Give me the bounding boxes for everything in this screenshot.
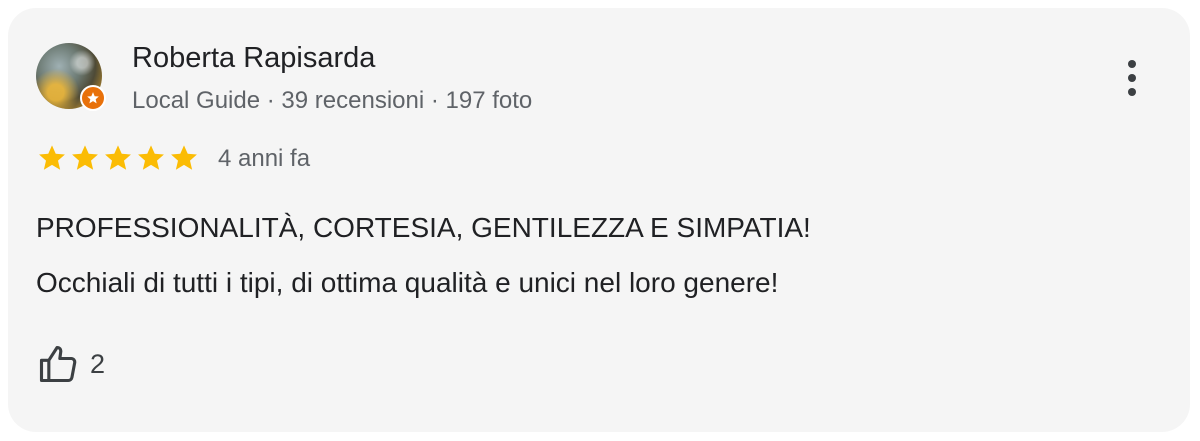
author-meta: Local Guide · 39 recensioni · 197 foto xyxy=(132,87,533,114)
star-icon xyxy=(72,145,98,170)
star-icon xyxy=(39,145,65,170)
star-icon xyxy=(105,145,131,170)
star-rating xyxy=(36,142,200,174)
local-guide-badge-icon xyxy=(80,85,106,111)
review-text-line-1: PROFESSIONALITÀ, CORTESIA, GENTILEZZA E … xyxy=(36,212,811,243)
review-card: Roberta Rapisarda Local Guide · 39 recen… xyxy=(8,8,1190,432)
thumbs-up-icon xyxy=(39,345,77,383)
avatar[interactable] xyxy=(36,43,106,111)
review-time: 4 anni fa xyxy=(218,145,311,172)
more-vert-icon xyxy=(1128,60,1136,68)
star-icon xyxy=(138,145,164,170)
star-icon xyxy=(171,145,197,170)
author-name[interactable]: Roberta Rapisarda xyxy=(132,42,375,75)
like-count: 2 xyxy=(90,348,106,379)
review-text-line-2: Occhiali di tutti i tipi, di ottima qual… xyxy=(36,267,779,298)
more-options-button[interactable] xyxy=(1114,52,1150,104)
like-button[interactable]: 2 xyxy=(36,342,105,386)
